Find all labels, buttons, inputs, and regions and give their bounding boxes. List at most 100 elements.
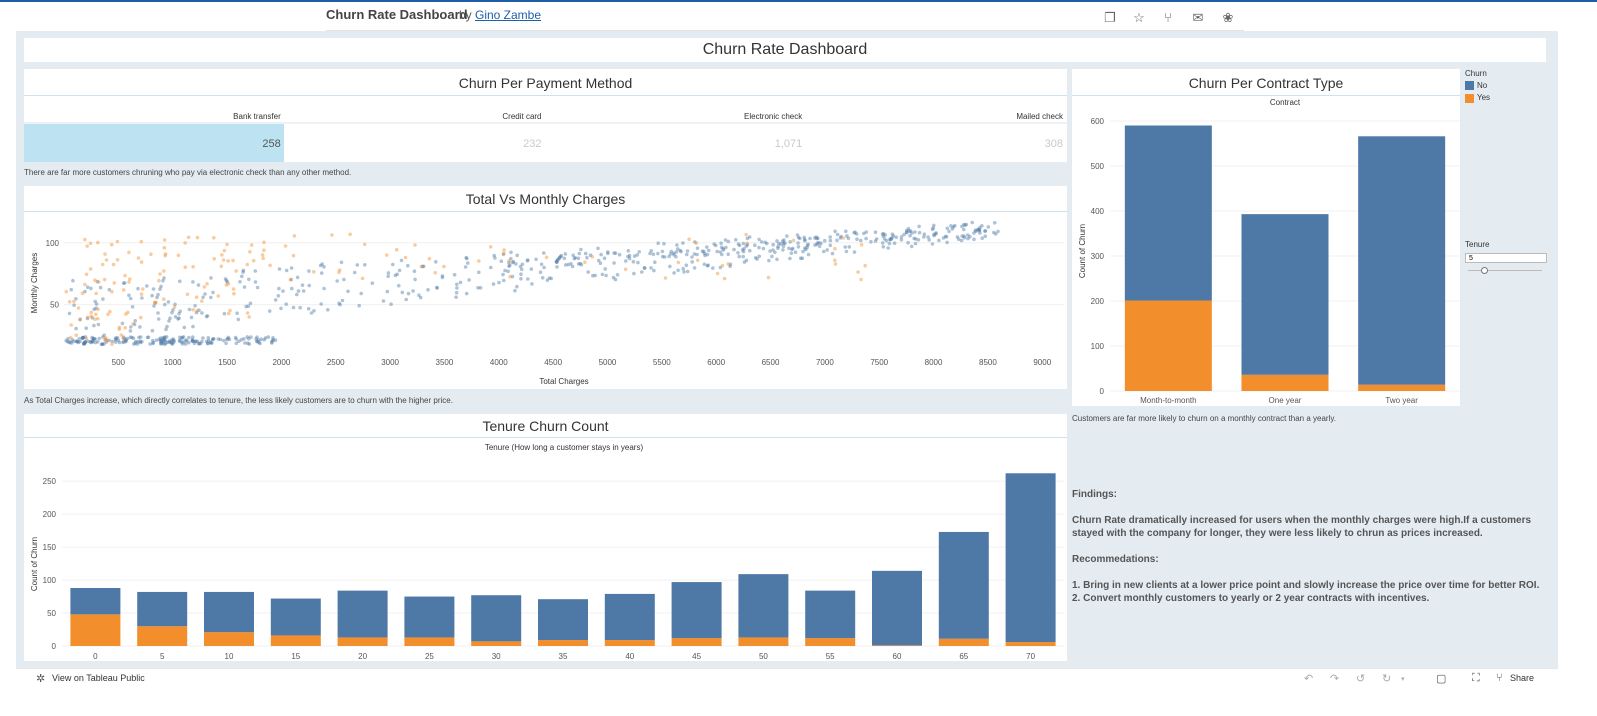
scatter-point-yes — [80, 291, 85, 296]
scatter-y-label: Monthly Charges — [30, 253, 39, 313]
scatter-point-no — [96, 322, 101, 327]
legend-item-no[interactable]: No — [1465, 81, 1490, 91]
scatter-point-no — [539, 262, 544, 267]
comment-icon[interactable]: ✉ — [1190, 10, 1206, 26]
scatter-point-no — [720, 252, 724, 257]
scatter-point-no — [852, 250, 857, 254]
badge-icon[interactable]: ❀ — [1220, 10, 1236, 26]
scatter-point-no — [945, 240, 949, 245]
scatter-point-no — [705, 245, 709, 249]
scatter-x-tick: 2000 — [272, 358, 290, 367]
scatter-x-tick: 7000 — [816, 358, 834, 367]
refresh-dropdown-icon[interactable]: ▾ — [1401, 675, 1405, 683]
scatter-point-no — [463, 265, 468, 269]
scatter-point-no — [166, 300, 171, 304]
scatter-point-no — [92, 307, 96, 312]
scatter-point-no — [178, 335, 182, 340]
scatter-point-no — [206, 341, 210, 345]
scatter-point-no — [454, 295, 458, 299]
scatter-point-yes — [695, 258, 700, 263]
contract-y-tick: 0 — [1100, 387, 1105, 396]
contract-y-tick: 300 — [1091, 252, 1105, 261]
scatter-point-no — [209, 276, 213, 280]
tenure-x-tick-13: 65 — [959, 652, 968, 661]
share-toolbar-icon[interactable]: ⑂ — [1496, 672, 1503, 684]
scatter-point-yes — [507, 258, 512, 263]
scatter-chart[interactable]: 50 100 500 1000 1500 2000 2500 3000 3500 4000 4500… — [24, 212, 1067, 389]
tenure-x-tick-4: 20 — [358, 652, 367, 661]
tenure-x-tick-6: 30 — [492, 652, 501, 661]
scatter-point-no — [783, 241, 787, 245]
scatter-point-yes — [676, 260, 681, 265]
scatter-point-no — [182, 325, 187, 330]
scatter-point-no — [828, 243, 833, 248]
scatter-point-no — [945, 226, 950, 231]
legend-item-yes[interactable]: Yes — [1465, 93, 1490, 103]
scatter-point-no — [681, 266, 685, 271]
scatter-point-no — [145, 335, 150, 340]
tenure-filter-input[interactable] — [1465, 253, 1547, 263]
scatter-point-no — [253, 269, 258, 273]
scatter-point-no — [771, 242, 775, 247]
scatter-point-no — [571, 253, 575, 258]
scatter-point-no — [937, 238, 941, 243]
scatter-point-no — [617, 252, 622, 257]
tenure-slider-track[interactable] — [1468, 270, 1542, 271]
scatter-point-yes — [115, 258, 120, 262]
scatter-point-yes — [127, 250, 131, 255]
scatter-point-yes — [172, 305, 177, 309]
scatter-point-yes — [224, 283, 229, 287]
scatter-point-no — [458, 280, 463, 285]
contract-y-tick: 100 — [1091, 342, 1105, 351]
scatter-point-no — [585, 255, 589, 260]
scatter-point-no — [168, 316, 172, 320]
scatter-point-yes — [93, 317, 97, 321]
revert-icon[interactable]: ↺ — [1356, 672, 1365, 685]
tenure-bar-no-12 — [872, 570, 922, 646]
tenure-bar-chart[interactable]: 0 50 100 150 200 250 0 5 10 15 20 25 30 35 40 45 50 55 60 6… — [24, 438, 1067, 661]
contract-bar-chart[interactable]: 0 100 200 300 400 500 600 Month-to-month One yea… — [1072, 96, 1460, 406]
scatter-point-no — [736, 242, 741, 246]
scatter-point-yes — [231, 287, 236, 291]
comment-toolbar-icon[interactable]: ▢ — [1436, 672, 1446, 685]
scatter-point-no — [526, 277, 530, 281]
scatter-point-no — [177, 338, 182, 343]
scatter-point-yes — [183, 241, 187, 245]
author-link[interactable]: Gino Zambe — [475, 8, 541, 22]
payment-highlight-cell — [24, 124, 284, 162]
scatter-point-no — [736, 251, 740, 255]
scatter-point-yes — [195, 235, 200, 240]
scatter-point-no — [454, 290, 459, 295]
scatter-point-no — [363, 263, 367, 267]
contract-bar-no-2 — [1358, 136, 1446, 385]
scatter-point-yes — [121, 336, 126, 341]
copy-icon[interactable]: ❐ — [1102, 10, 1118, 26]
scatter-x-tick: 6500 — [762, 358, 780, 367]
share-icon[interactable]: ⑂ — [1160, 10, 1176, 26]
scatter-point-no — [239, 337, 244, 342]
fullscreen-icon[interactable]: ⛶ — [1472, 672, 1480, 685]
scatter-x-tick: 500 — [112, 358, 126, 367]
scatter-point-no — [499, 259, 504, 263]
scatter-point-no — [406, 291, 411, 296]
scatter-point-no — [613, 251, 618, 255]
scatter-point-no — [690, 255, 694, 259]
scatter-point-yes — [219, 264, 224, 269]
view-on-tableau-link[interactable]: View on Tableau Public — [52, 673, 145, 683]
scatter-point-no — [562, 256, 567, 261]
scatter-point-no — [452, 272, 457, 277]
scatter-point-no — [509, 250, 513, 255]
scatter-point-yes — [766, 275, 771, 280]
scatter-point-no — [846, 236, 851, 241]
tenure-slider-handle[interactable] — [1481, 267, 1488, 274]
refresh-icon[interactable]: ↻ — [1382, 672, 1391, 685]
scatter-point-no — [615, 273, 620, 277]
tenure-y-tick: 0 — [52, 642, 57, 651]
share-button[interactable]: Share — [1510, 673, 1534, 683]
scatter-point-no — [555, 265, 559, 269]
redo-icon[interactable]: ↷ — [1330, 672, 1339, 685]
undo-icon[interactable]: ↶ — [1304, 672, 1313, 685]
scatter-point-no — [284, 268, 289, 273]
favorite-star-icon[interactable]: ☆ — [1131, 10, 1147, 26]
tenure-x-tick-11: 55 — [826, 652, 835, 661]
